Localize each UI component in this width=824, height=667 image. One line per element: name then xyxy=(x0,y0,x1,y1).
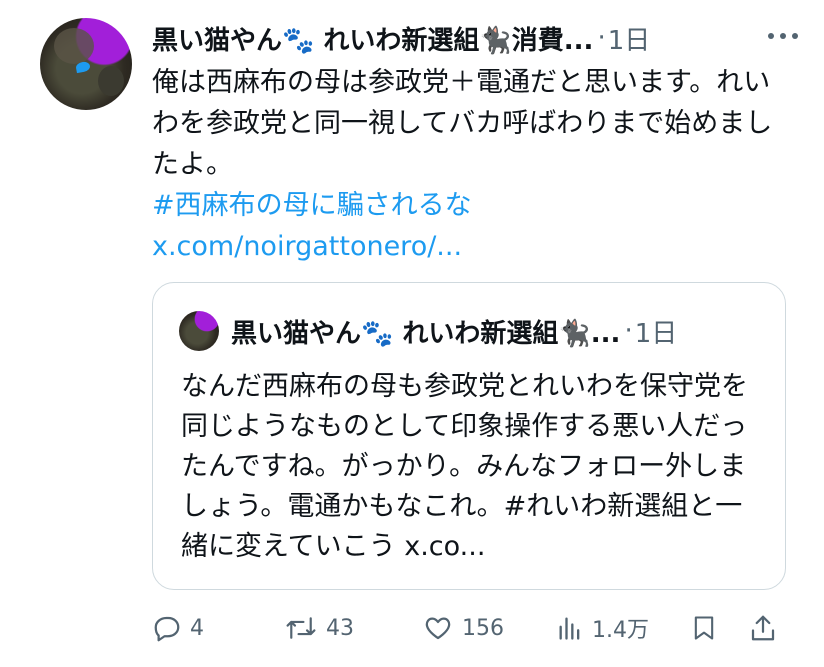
more-icon[interactable] xyxy=(768,24,810,48)
share-icon xyxy=(751,615,775,641)
share-button[interactable] xyxy=(748,612,778,644)
repost-button[interactable]: 43 xyxy=(284,613,354,643)
repost-count: 43 xyxy=(326,615,354,641)
repost-icon xyxy=(286,617,316,639)
hashtag-link[interactable]: #西麻布の母に騙されるな xyxy=(152,185,788,226)
like-button[interactable]: 156 xyxy=(422,613,504,643)
views-button[interactable]: 1.4万 xyxy=(556,612,649,644)
post-text: 俺は西麻布の母は参政党＋電通だと思います。れいわを参政党と同一視してバカ呼ばわり… xyxy=(152,67,773,180)
url-link[interactable]: x.com/noirgattonero/... xyxy=(152,226,788,267)
views-icon xyxy=(559,617,580,640)
bookmark-icon xyxy=(694,616,714,640)
action-bar: 4 43 156 1.4万 xyxy=(150,608,790,648)
avatar-shape xyxy=(98,66,124,96)
quote-timestamp: 1日 xyxy=(634,318,678,349)
quoted-post[interactable]: 黒い猫やん🐾 れいわ新選組🐈‍⬛... · 1日 なんだ西麻布の母も参政党とれい… xyxy=(152,282,786,590)
quote-header: 黒い猫やん🐾 れいわ新選組🐈‍⬛... · 1日 xyxy=(231,311,771,351)
quote-author-name: 黒い猫やん🐾 れいわ新選組🐈‍⬛... xyxy=(231,318,621,349)
quote-text: なんだ西麻布の母も参政党とれいわを保守党を同じようなものとして印象操作する悪い人… xyxy=(181,371,748,562)
separator: · xyxy=(624,316,633,346)
like-icon xyxy=(425,617,451,640)
like-count: 156 xyxy=(462,615,504,641)
quote-avatar xyxy=(179,311,219,351)
views-count: 1.4万 xyxy=(592,618,649,643)
avatar[interactable] xyxy=(40,18,132,110)
timestamp[interactable]: 1日 xyxy=(608,20,651,57)
post-body: 俺は西麻布の母は参政党＋電通だと思います。れいわを参政党と同一視してバカ呼ばわり… xyxy=(152,62,788,267)
post-header: 黒い猫やん🐾 れいわ新選組🐈‍⬛消費... · 1日 xyxy=(152,20,792,56)
avatar-shape xyxy=(54,28,94,64)
reply-icon xyxy=(154,616,180,642)
reply-count: 4 xyxy=(190,615,204,641)
author-name[interactable]: 黒い猫やん🐾 れいわ新選組🐈‍⬛消費... xyxy=(152,20,593,57)
bookmark-button[interactable] xyxy=(690,612,718,644)
twitter-bird-icon xyxy=(75,60,91,74)
reply-button[interactable]: 4 xyxy=(152,613,204,643)
separator: · xyxy=(597,23,606,53)
